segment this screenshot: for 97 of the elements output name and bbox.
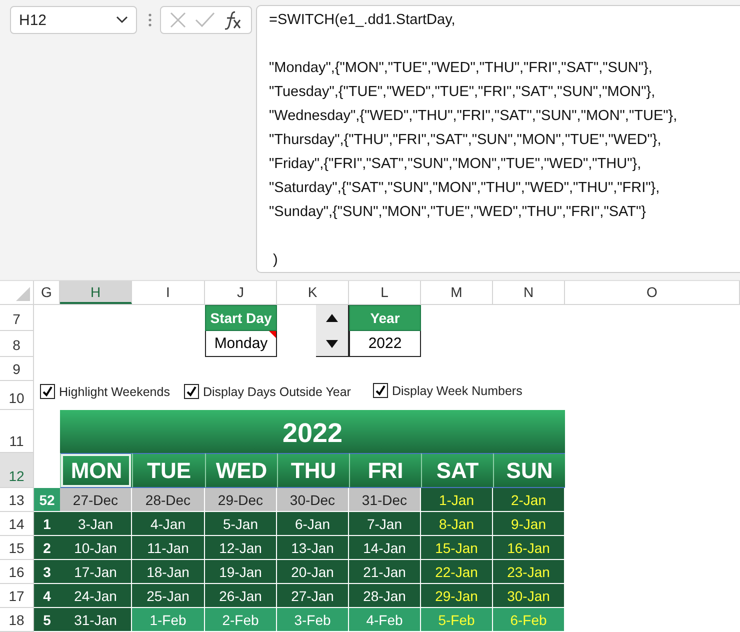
triangle-icon — [16, 287, 30, 301]
date-cell: 30-Jan — [493, 584, 565, 608]
date-cell: 31-Dec — [349, 488, 421, 512]
date-cell: 27-Jan — [277, 584, 349, 608]
option-checkbox[interactable]: Highlight Weekends — [40, 384, 170, 399]
row-header[interactable]: 18 — [0, 608, 33, 632]
date-cell: 3-Feb — [277, 608, 349, 632]
date-cell: 11-Jan — [132, 536, 205, 560]
day-header: WED — [205, 453, 277, 488]
date-cell: 4-Jan — [132, 512, 205, 536]
date-cell: 17-Jan — [60, 560, 132, 584]
week-number-cell: 52 — [34, 488, 60, 512]
day-header: SUN — [493, 453, 565, 488]
date-cell: 3-Jan — [60, 512, 132, 536]
calendar-title: 2022 — [60, 410, 565, 453]
checkbox[interactable] — [184, 384, 199, 399]
down-triangle-icon — [326, 340, 338, 348]
comment-indicator-icon — [269, 331, 276, 338]
function-icon[interactable] — [223, 10, 243, 30]
week-number-cell: 4 — [34, 584, 60, 608]
date-cell: 26-Jan — [205, 584, 277, 608]
date-cell: 23-Jan — [493, 560, 565, 584]
row-header[interactable]: 7 — [0, 305, 33, 331]
check-icon[interactable] — [195, 12, 215, 28]
date-cell: 21-Jan — [349, 560, 421, 584]
date-cell: 31-Jan — [60, 608, 132, 632]
week-number-cell: 1 — [34, 512, 60, 536]
week-number-cell: 3 — [34, 560, 60, 584]
date-cell: 2-Jan — [493, 488, 565, 512]
column-header[interactable]: I — [132, 281, 205, 304]
option-checkbox[interactable]: Display Week Numbers — [372, 383, 522, 398]
column-header[interactable]: O — [565, 281, 740, 304]
spin-down-button[interactable] — [316, 331, 349, 357]
date-cell: 4-Feb — [349, 608, 421, 632]
date-cell: 20-Jan — [277, 560, 349, 584]
date-cell: 12-Jan — [205, 536, 277, 560]
day-header: MON — [60, 453, 132, 488]
date-cell: 28-Jan — [349, 584, 421, 608]
more-icon[interactable] — [148, 13, 152, 27]
date-cell: 10-Jan — [60, 536, 132, 560]
date-cell: 5-Jan — [205, 512, 277, 536]
start-day-cell[interactable]: Monday — [205, 331, 277, 357]
date-cell: 2-Feb — [205, 608, 277, 632]
option-checkbox[interactable]: Display Days Outside Year — [184, 384, 351, 399]
row-header[interactable]: 14 — [0, 512, 33, 536]
year-header: Year — [349, 305, 421, 331]
day-header: TUE — [132, 453, 205, 488]
day-header: SAT — [421, 453, 493, 488]
date-cell: 29-Dec — [205, 488, 277, 512]
week-number-cell: 5 — [34, 608, 60, 632]
column-header[interactable]: H — [60, 281, 132, 304]
date-cell: 1-Jan — [421, 488, 493, 512]
date-cell: 16-Jan — [493, 536, 565, 560]
checkbox[interactable] — [372, 383, 388, 398]
column-header[interactable]: J — [205, 281, 277, 304]
row-header[interactable]: 17 — [0, 584, 33, 608]
date-cell: 30-Dec — [277, 488, 349, 512]
column-header[interactable]: L — [349, 281, 421, 304]
row-header[interactable]: 10 — [0, 381, 33, 410]
row-header[interactable]: 15 — [0, 536, 33, 560]
date-cell: 8-Jan — [421, 512, 493, 536]
date-cell: 14-Jan — [349, 536, 421, 560]
date-cell: 28-Dec — [132, 488, 205, 512]
date-cell: 1-Feb — [132, 608, 205, 632]
week-number-cell: 2 — [34, 536, 60, 560]
day-header: THU — [277, 453, 349, 488]
date-cell: 19-Jan — [205, 560, 277, 584]
date-cell: 6-Feb — [493, 608, 565, 632]
column-header[interactable]: N — [493, 281, 565, 304]
row-header[interactable]: 13 — [0, 488, 33, 512]
spin-up-button[interactable] — [316, 305, 349, 331]
date-cell: 5-Feb — [421, 608, 493, 632]
date-cell: 22-Jan — [421, 560, 493, 584]
year-cell[interactable]: 2022 — [349, 331, 421, 357]
date-cell: 7-Jan — [349, 512, 421, 536]
date-cell: 15-Jan — [421, 536, 493, 560]
date-cell: 18-Jan — [132, 560, 205, 584]
row-header[interactable]: 8 — [0, 331, 33, 357]
column-header[interactable]: K — [277, 281, 349, 304]
date-cell: 29-Jan — [421, 584, 493, 608]
day-header: FRI — [349, 453, 421, 488]
row-header[interactable]: 9 — [0, 357, 33, 381]
start-day-header: Start Day — [205, 305, 277, 331]
checkbox[interactable] — [40, 384, 55, 399]
date-cell: 6-Jan — [277, 512, 349, 536]
date-cell: 13-Jan — [277, 536, 349, 560]
row-header[interactable]: 12 — [0, 453, 33, 488]
chevron-down-icon — [116, 16, 128, 24]
column-header[interactable]: M — [421, 281, 493, 304]
formula-field[interactable]: =SWITCH(e1_.dd1.StartDay, "Monday",{"MON","TUE","WED","THU","FRI","SAT","SUN"}, "Tuesday",{"TUE","WED","TUE","FRI","SAT","SUN","MON"}, "Wednesday",{"WED","THU","FRI","SAT","SUN","MON","TUE"}, "Thursday",{"THU","FRI","SAT","SUN","MON","TUE","WED"}, "Friday",{"FRI","SAT","SUN","MON","TUE","WED","THU"}, "Saturday",{"SAT","SUN","MON","THU","WED","THU","FRI"}, "Sunday",{"SUN","MON","TUE","WED","THU","FRI","SAT"} ) — [256, 5, 740, 273]
date-cell: 25-Jan — [132, 584, 205, 608]
up-triangle-icon — [326, 314, 338, 322]
date-cell: 24-Jan — [60, 584, 132, 608]
date-cell: 9-Jan — [493, 512, 565, 536]
name-box[interactable]: H12 — [10, 6, 137, 34]
date-cell: 27-Dec — [60, 488, 132, 512]
row-header[interactable]: 16 — [0, 560, 33, 584]
